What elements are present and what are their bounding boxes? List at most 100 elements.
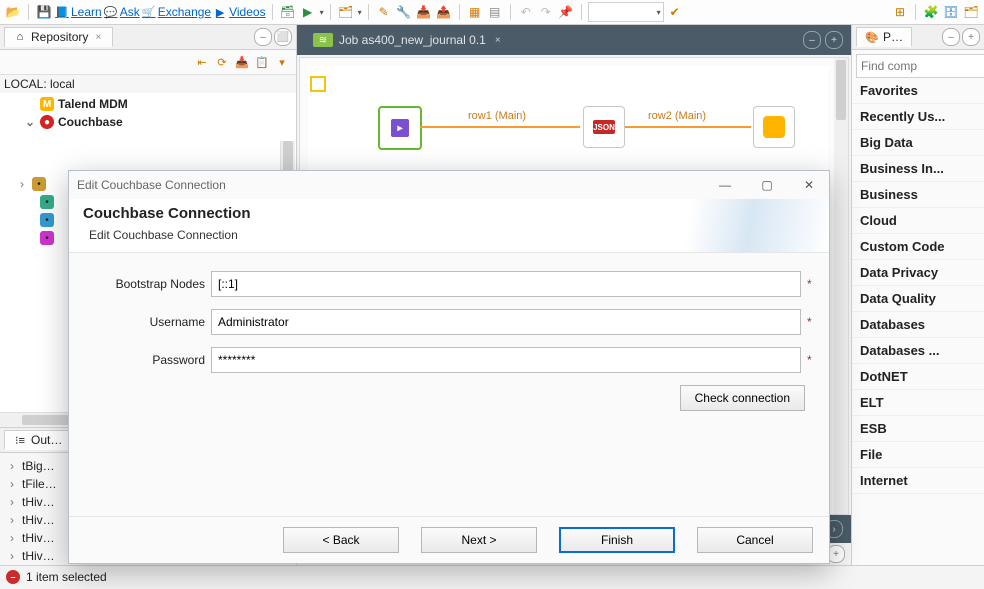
menu-icon[interactable]: ▾ [274,54,290,70]
palette-category[interactable]: DotNET [852,364,984,390]
palette-category[interactable]: Data Quality [852,286,984,312]
palette-category[interactable]: ELT [852,390,984,416]
cancel-button[interactable]: Cancel [697,527,813,553]
tab-repository[interactable]: ⌂ Repository × [4,27,113,47]
maximize-icon[interactable]: + [825,31,843,49]
ask-link[interactable]: 💬Ask [104,5,140,19]
vertical-scrollbar[interactable] [834,58,848,514]
palette-category[interactable]: Big Data [852,130,984,156]
error-status-icon[interactable]: – [6,570,20,584]
db-icon[interactable]: 🗃 [279,3,297,21]
inbox-icon[interactable]: 📥 [415,3,433,21]
palette-category[interactable]: Cloud [852,208,984,234]
palette-list: Favorites Recently Us... Big Data Busine… [852,78,984,565]
window-close-icon[interactable]: ✕ [797,175,821,195]
chevron-right-icon[interactable]: › [6,459,18,473]
palette-search-input[interactable] [857,55,984,77]
videos-link[interactable]: ▶Videos [213,5,265,19]
zoom-combo[interactable]: ▾ [588,2,664,22]
tab-palette[interactable]: 🎨 P… [856,27,912,47]
palette-category[interactable]: Recently Us... [852,104,984,130]
flow-link[interactable] [625,126,751,128]
scrollbar-thumb[interactable] [836,60,846,120]
minimize-icon[interactable]: – [803,31,821,49]
palette-category[interactable]: Favorites [852,78,984,104]
node-icon: • [40,231,54,245]
flow-label: row2 (Main) [648,110,706,122]
bootstrap-nodes-input[interactable] [211,271,801,297]
chevron-down-icon[interactable]: ▾ [358,8,362,17]
minimize-icon[interactable]: – [942,28,960,46]
pin-icon[interactable]: 📌 [557,3,575,21]
chevron-right-icon[interactable]: › [6,531,18,545]
perspective-add-icon[interactable]: ⊞ [891,3,909,21]
outbox-icon[interactable]: 📤 [435,3,453,21]
chevron-right-icon[interactable]: › [6,513,18,527]
wrench-icon[interactable]: 🔧 [395,3,413,21]
editor-tab-job[interactable]: ≋ Job as400_new_journal 0.1 × [305,29,512,51]
username-input[interactable] [211,309,801,335]
palette-category[interactable]: Data Privacy [852,260,984,286]
database-icon [763,116,785,138]
grid2-icon[interactable]: ▤ [486,3,504,21]
window-maximize-icon[interactable]: ▢ [755,175,779,195]
component-json[interactable]: JSON [583,106,625,148]
refresh-icon[interactable]: ⟳ [214,54,230,70]
persp1-icon[interactable]: 🧩 [922,3,940,21]
chevron-right-icon[interactable]: › [6,495,18,509]
palette-category[interactable]: ESB [852,416,984,442]
grid-icon[interactable]: ▦ [466,3,484,21]
next-button[interactable]: Next > [421,527,537,553]
run-button[interactable]: ▶ [299,3,317,21]
maximize-icon[interactable]: ⬜ [274,28,292,46]
stack-icon[interactable]: 🗂 [337,3,355,21]
finish-button[interactable]: Finish [559,527,675,553]
palette-category[interactable]: File [852,442,984,468]
close-icon[interactable]: × [492,34,504,46]
component-output[interactable] [753,106,795,148]
back-button[interactable]: < Back [283,527,399,553]
learn-link[interactable]: 📘Learn [55,5,102,19]
export-icon[interactable]: 📋 [254,54,270,70]
undo-icon[interactable]: ↶ [517,3,535,21]
persp2-icon[interactable]: 🗄 [942,3,960,21]
palette-category[interactable]: Business [852,182,984,208]
dialog-titlebar[interactable]: Edit Couchbase Connection — ▢ ✕ [69,171,829,199]
maximize-icon[interactable]: + [962,28,980,46]
main-toolbar: 📂 💾 📘Learn 💬Ask 🛒Exchange ▶Videos 🗃 ▶▾ 🗂… [0,0,984,25]
chevron-right-icon[interactable]: › [16,177,28,191]
palette-category[interactable]: Databases ... [852,338,984,364]
save-icon[interactable]: 💾 [35,3,53,21]
import-icon[interactable]: 📥 [234,54,250,70]
check-connection-button[interactable]: Check connection [680,385,805,411]
palette-category[interactable]: Custom Code [852,234,984,260]
redo-icon[interactable]: ↷ [537,3,555,21]
tree-item-couchbase[interactable]: ⌄ ● Couchbase [6,113,294,131]
palette-category[interactable]: Internet [852,468,984,494]
tab-outline[interactable]: ⁝≡ Out… [4,430,71,450]
chevron-right-icon[interactable]: › [6,549,18,563]
flow-link[interactable] [420,126,580,128]
close-icon[interactable]: × [92,31,104,43]
exchange-link[interactable]: 🛒Exchange [142,5,211,19]
chevron-down-icon[interactable]: ⌄ [24,115,36,129]
chevron-down-icon[interactable]: ▾ [320,8,324,17]
chevron-right-icon[interactable]: › [6,477,18,491]
edit-icon[interactable]: ✎ [375,3,393,21]
tree-item-mdm[interactable]: M Talend MDM [6,95,294,113]
username-label: Username [85,315,205,329]
persp3-icon[interactable]: 🗂 [962,3,980,21]
palette-category[interactable]: Databases [852,312,984,338]
palette-icon: 🎨 [865,30,879,44]
window-minimize-icon[interactable]: — [713,175,737,195]
palette-category[interactable]: Business In... [852,156,984,182]
file-open-icon[interactable]: 📂 [4,3,22,21]
dialog-body: Bootstrap Nodes * Username * Password * … [69,253,829,516]
apply-icon[interactable]: ✔ [666,3,684,21]
password-input[interactable] [211,347,801,373]
palette-tabbar: 🎨 P… – + [852,25,984,50]
component-input[interactable]: ▸ [378,106,422,150]
status-message: 1 item selected [26,570,107,584]
collapse-icon[interactable]: ⇤ [194,54,210,70]
minimize-icon[interactable]: – [254,28,272,46]
